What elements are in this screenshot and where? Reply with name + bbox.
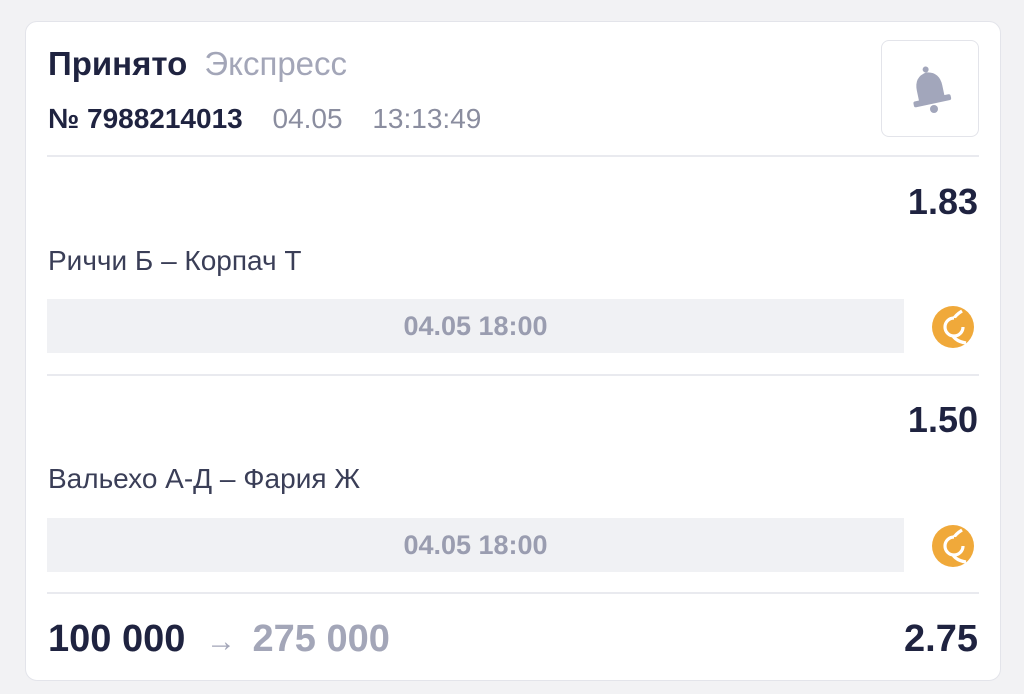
divider xyxy=(47,155,979,157)
stake-amount: 100 000 xyxy=(48,618,186,660)
tennis-ball-icon xyxy=(932,525,974,567)
bet-type: Экспресс xyxy=(204,45,348,82)
event-odds[interactable]: 1.50 xyxy=(908,400,978,440)
potential-payout: 275 000 xyxy=(252,618,390,660)
bell-icon xyxy=(913,65,952,113)
bet-meta: № 7988214013 04.05 13:13:49 xyxy=(48,102,481,136)
bet-header-title: Принято Экспресс xyxy=(48,44,347,84)
bet-card[interactable]: Принято Экспресс № 7988214013 04.05 13:1… xyxy=(25,21,1001,681)
event-start-time: 04.05 18:00 xyxy=(47,518,904,572)
total-odds: 2.75 xyxy=(904,618,978,660)
event-name: Риччи Б – Корпач Т xyxy=(48,245,302,276)
bet-time: 13:13:49 xyxy=(372,103,482,134)
arrow-right-icon: → xyxy=(205,625,236,658)
event-odds[interactable]: 1.83 xyxy=(908,182,978,222)
bet-date: 04.05 xyxy=(272,103,343,134)
divider xyxy=(47,592,979,594)
notification-button[interactable] xyxy=(881,40,979,137)
divider xyxy=(47,374,979,376)
event-start-time: 04.05 18:00 xyxy=(47,299,904,353)
bet-amounts: 100 000 → 275 000 xyxy=(48,617,390,664)
bet-status: Принято xyxy=(48,45,188,82)
bet-number: № 7988214013 xyxy=(48,103,243,134)
event-name: Вальехо А-Д – Фария Ж xyxy=(48,463,361,494)
tennis-ball-icon xyxy=(932,306,974,348)
